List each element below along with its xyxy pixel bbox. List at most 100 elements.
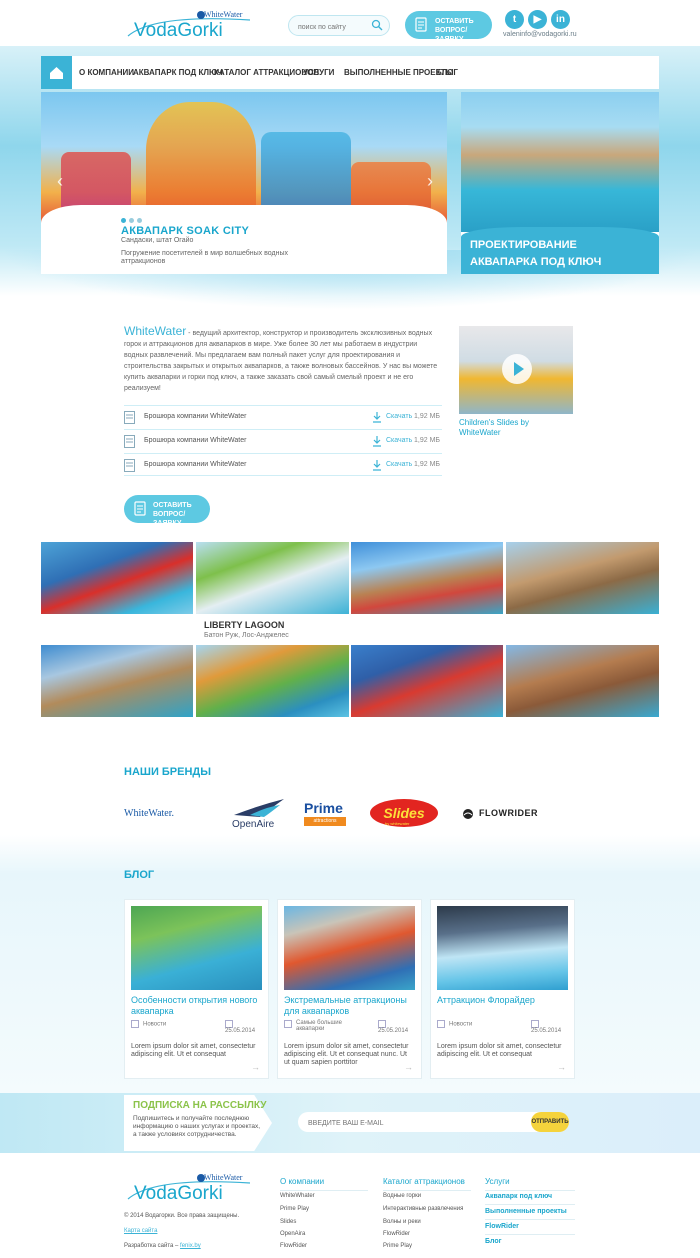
slider-dot[interactable] — [129, 218, 134, 223]
video-caption[interactable]: Children's Slides by WhiteWater — [459, 418, 569, 438]
document-icon — [124, 411, 135, 424]
request-button[interactable]: Оставить вопрос/заявку — [405, 11, 492, 43]
side-banner-image — [461, 92, 659, 232]
blog-card-title[interactable]: Особенности открытия нового аквапарка — [131, 995, 264, 1017]
footer-col-catalog-title[interactable]: Каталог аттракционов — [383, 1177, 465, 1186]
footer-col-services-title[interactable]: Услуги — [485, 1177, 510, 1186]
logo-tag: WhiteWater — [204, 10, 243, 19]
blog-card-image[interactable] — [284, 906, 415, 990]
footer-link[interactable]: Интерактивные развлечения — [383, 1206, 463, 1212]
footer-link[interactable]: FlowRider — [383, 1231, 410, 1237]
linkedin-icon[interactable]: in — [551, 10, 570, 29]
search-input[interactable] — [289, 18, 367, 37]
play-icon[interactable] — [502, 354, 532, 384]
footer-link[interactable]: WhiteWhater — [280, 1193, 315, 1199]
download-link[interactable]: Скачать — [386, 437, 412, 444]
gallery-image[interactable] — [351, 645, 503, 717]
chevron-left-icon[interactable]: ‹ — [53, 170, 67, 192]
slider-dot[interactable] — [121, 218, 126, 223]
footer-link[interactable]: Аквапарк под ключ — [485, 1193, 552, 1200]
arrow-right-icon[interactable]: → — [557, 1062, 566, 1072]
nav-item-services[interactable]: Услуги — [303, 68, 334, 77]
brand-whitewater-logo[interactable]: WhiteWater. — [124, 808, 174, 819]
sitemap-link[interactable]: Карта сайта — [124, 1228, 157, 1234]
newsletter-email-input[interactable] — [298, 1113, 498, 1134]
nav-item-blog[interactable]: Блог — [436, 68, 458, 77]
youtube-icon[interactable]: ▶ — [528, 10, 547, 29]
blog-card-category[interactable]: Новости — [449, 1022, 472, 1028]
blog-card-title[interactable]: Экстремальные аттракционы для аквапарков — [284, 995, 417, 1017]
gallery-image[interactable] — [41, 542, 193, 614]
twitter-icon[interactable]: t — [505, 10, 524, 29]
nav-home[interactable] — [41, 56, 72, 89]
brand-flowrider-logo[interactable]: FLOWRIDER — [462, 808, 538, 819]
arrow-right-icon[interactable]: → — [251, 1062, 260, 1072]
blog-card-category[interactable]: Самые большие аквапарки — [296, 1020, 356, 1032]
download-icon[interactable] — [372, 411, 382, 423]
brand-openaire-logo[interactable]: OpenAire — [230, 797, 286, 831]
brand-openaire-text: OpenAire — [232, 819, 275, 830]
nav-item-about[interactable]: О компании — [79, 68, 134, 77]
gallery-image[interactable] — [196, 542, 349, 614]
newsletter-text: Подпишитесь и получайте последнюю информ… — [133, 1115, 261, 1138]
footer-link[interactable]: Выполненные проекты — [485, 1208, 567, 1215]
footer-col-about-title[interactable]: О компании — [280, 1177, 324, 1186]
chevron-right-icon[interactable]: › — [423, 170, 437, 192]
gallery-image[interactable] — [41, 645, 193, 717]
video-thumbnail[interactable] — [459, 326, 573, 414]
blog-card-date: 25.05.2014 — [531, 1028, 562, 1034]
download-size: 1,92 МБ — [414, 461, 440, 468]
hero-side-banner[interactable]: Проектирование аквапарка под ключ — [461, 92, 659, 274]
hero-description: Погружение посетителей в мир волшебных в… — [121, 250, 288, 265]
blog-card-category[interactable]: Новости — [143, 1022, 166, 1028]
blog-card[interactable]: Экстремальные аттракционы для аквапарков… — [277, 899, 422, 1079]
gallery-image[interactable] — [506, 645, 659, 717]
footer-link[interactable]: Slides — [280, 1219, 296, 1225]
footer-link[interactable]: FlowRider — [280, 1243, 307, 1249]
download-link[interactable]: Скачать — [386, 413, 412, 420]
blog-card-title[interactable]: Аттракцион Флорайдер — [437, 995, 570, 1006]
search-box[interactable] — [288, 15, 390, 37]
blog-card[interactable]: Особенности открытия нового аквапарка Но… — [124, 899, 269, 1079]
developer-link[interactable]: fenix.by — [180, 1243, 201, 1249]
copyright: © 2014 Водагорки. Все права защищены. — [124, 1213, 240, 1219]
brand-prime-text: Prime — [304, 800, 343, 816]
hero-title[interactable]: Аквапарк Soak City — [121, 225, 249, 237]
brand-prime-tag: attractions — [304, 817, 346, 826]
gallery-image[interactable] — [351, 542, 503, 614]
arrow-right-icon[interactable]: → — [404, 1062, 413, 1072]
search-icon[interactable] — [371, 19, 383, 31]
slider-dots[interactable] — [121, 210, 151, 223]
download-icon[interactable] — [372, 459, 382, 471]
side-banner-title[interactable]: Проектирование аквапарка под ключ — [470, 237, 640, 271]
footer-link[interactable]: Prime Play — [280, 1206, 309, 1212]
footer-link[interactable]: Водные горки — [383, 1193, 421, 1199]
footer-link[interactable]: Блог — [485, 1238, 502, 1245]
gallery-caption-title[interactable]: Liberty Lagoon — [204, 620, 284, 630]
newsletter-submit-button[interactable]: Отправить — [531, 1112, 569, 1132]
footer-link[interactable]: Prime Play — [383, 1243, 412, 1249]
blog-card[interactable]: Аттракцион Флорайдер Новости 25.05.2014 L… — [430, 899, 575, 1079]
download-row: Брошюра компании WhiteWater Скачать 1,92… — [124, 429, 442, 452]
about-body: - ведущий архитектор, конструктор и прои… — [124, 330, 438, 392]
footer-link[interactable]: FlowRider — [485, 1223, 519, 1230]
nav-item-turnkey[interactable]: Аквапарк под ключ — [133, 68, 223, 77]
blog-card-image[interactable] — [437, 906, 568, 990]
download-link[interactable]: Скачать — [386, 461, 412, 468]
footer-logo[interactable]: VodaGorki WhiteWater — [124, 1173, 252, 1204]
request-button[interactable]: Оставить вопрос/заявку — [124, 495, 210, 527]
home-icon — [50, 67, 63, 79]
blog-card-image[interactable] — [131, 906, 262, 990]
gallery-image[interactable] — [196, 645, 349, 717]
brand-prime-logo[interactable]: Prime attractions — [304, 800, 346, 828]
site-logo[interactable]: VodaGorki WhiteWater — [124, 10, 252, 41]
download-icon[interactable] — [372, 435, 382, 447]
contact-email[interactable]: valeninfo@vodagorki.ru — [503, 31, 577, 38]
blog-card-excerpt: Lorem ipsum dolor sit amet, consectetur … — [131, 1043, 256, 1058]
footer-link[interactable]: Волны и реки — [383, 1219, 421, 1225]
footer-link[interactable]: OpenAira — [280, 1231, 305, 1237]
blog-card-meta: Самые большие аквапарки 25.05.2014 — [284, 1020, 417, 1034]
gallery-image[interactable] — [506, 542, 659, 614]
slider-dot[interactable] — [137, 218, 142, 223]
blog-card-meta: Новости 25.05.2014 — [437, 1020, 570, 1034]
